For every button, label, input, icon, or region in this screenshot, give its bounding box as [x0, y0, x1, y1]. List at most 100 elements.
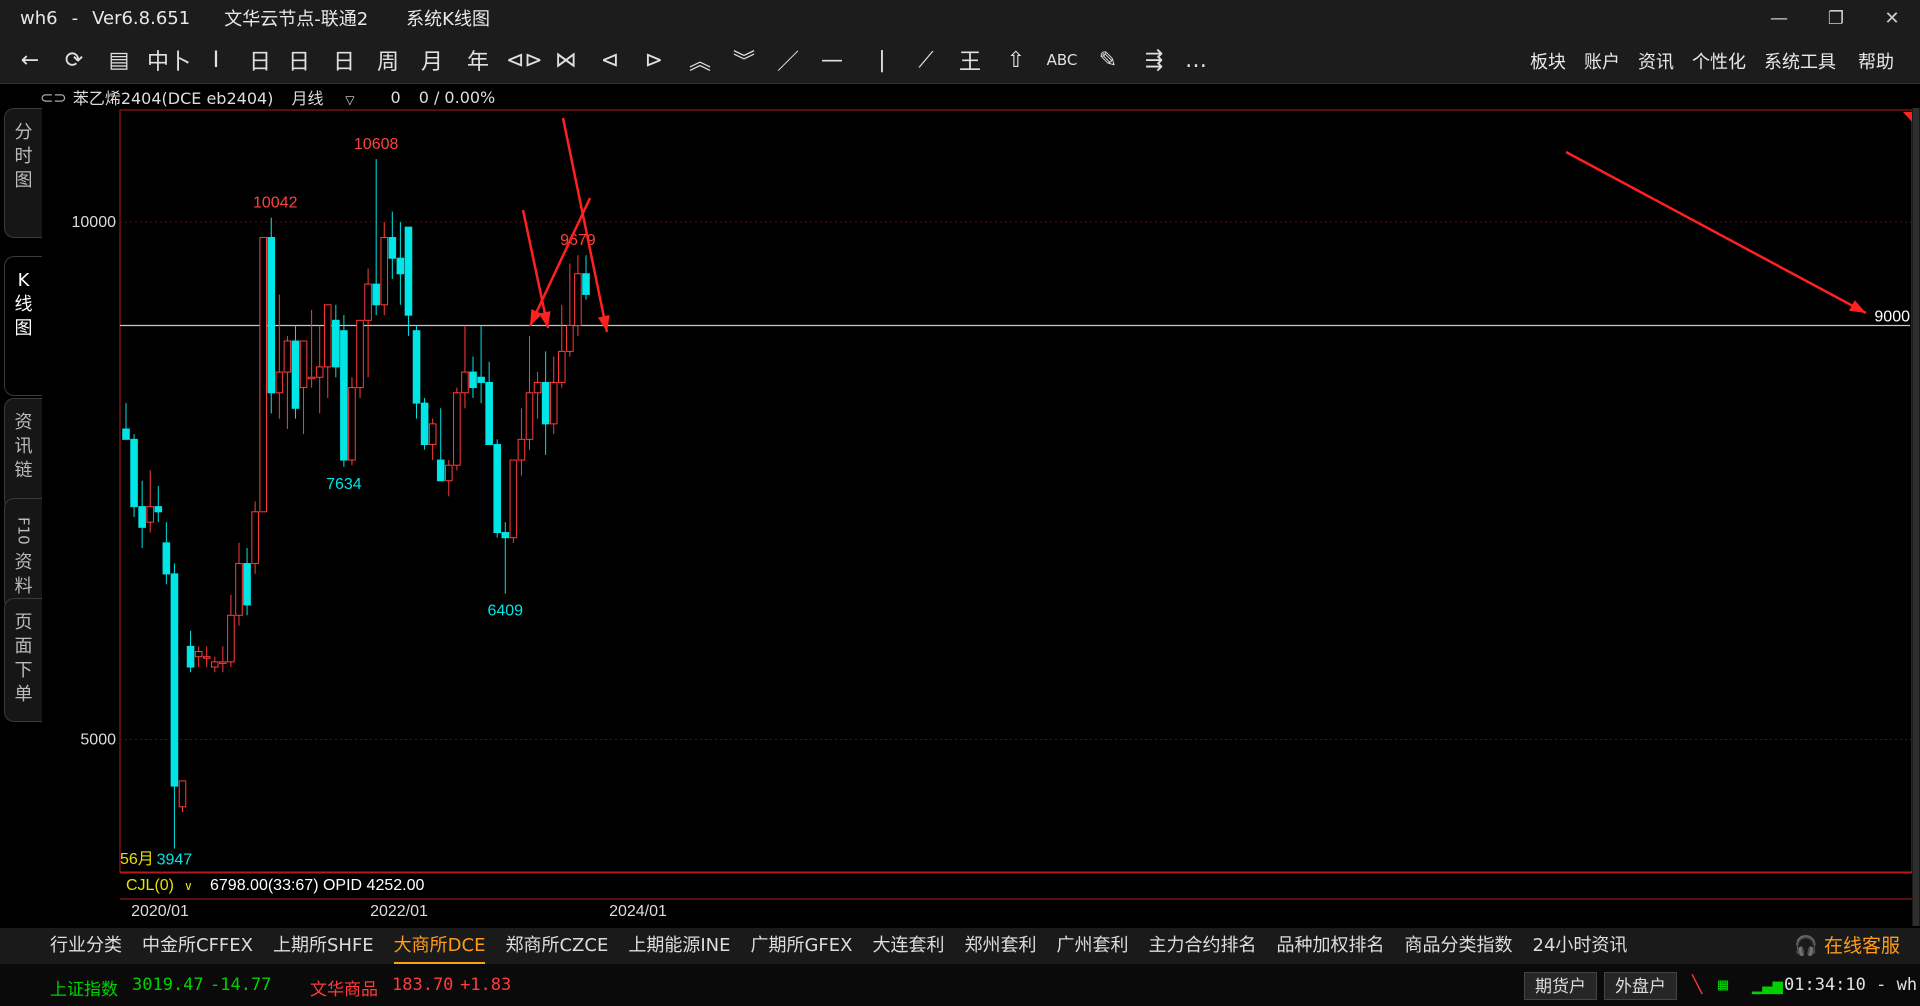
market-tab[interactable]: 主力合约排名	[1149, 928, 1257, 964]
app-version: Ver6.8.651	[92, 7, 191, 29]
scroll-left-icon[interactable]: ⊲	[594, 44, 626, 76]
candle-body	[566, 325, 574, 352]
back-icon[interactable]: ←	[14, 44, 46, 76]
market-tab[interactable]: 广州套利	[1057, 928, 1129, 964]
chart-frame	[119, 109, 1913, 873]
restore-icon[interactable]: ❐	[1812, 0, 1860, 36]
market-tab[interactable]: 24小时资讯	[1533, 928, 1628, 964]
market-tab[interactable]: 商品分类指数	[1405, 928, 1513, 964]
contract-name[interactable]: 苯乙烯2404(DCE eb2404)	[73, 85, 274, 109]
subpanel-chevron-icon[interactable]: ∨	[184, 879, 193, 893]
text-tool-icon[interactable]: ABC	[1046, 44, 1078, 76]
ray-icon[interactable]: ⟋	[910, 44, 942, 76]
market-tab[interactable]: 上期能源INE	[628, 928, 730, 964]
market-tab[interactable]: 上期所SHFE	[273, 928, 374, 964]
online-service-button[interactable]: 🎧 在线客服	[1794, 928, 1900, 964]
eraser-icon[interactable]: ✎	[1092, 44, 1124, 76]
price-annotation: 3947	[157, 851, 193, 868]
year-icon[interactable]: 年	[462, 44, 494, 76]
close-icon[interactable]: ✕	[1868, 0, 1916, 36]
candle-body	[323, 304, 332, 368]
candle-body	[227, 614, 235, 663]
market-tab[interactable]: 中金所CFFEX	[142, 928, 253, 964]
month-icon[interactable]: 月	[416, 44, 448, 76]
market-tab[interactable]: 行业分类	[50, 928, 122, 964]
futures-account-button[interactable]: 期货户	[1524, 972, 1597, 1000]
candle-body	[493, 444, 502, 533]
market-tab[interactable]: 郑州套利	[965, 928, 1037, 964]
online-service-label: 在线客服	[1823, 935, 1900, 957]
x-tick-label: 2022/01	[370, 903, 428, 920]
line-icon[interactable]: I	[200, 44, 232, 76]
index2-change: +1.83	[460, 975, 512, 995]
candle-body	[340, 330, 348, 461]
zoom-out-icon[interactable]: ⋈	[550, 44, 582, 76]
candle-body	[436, 459, 445, 482]
diagonal-line-icon[interactable]: ／	[772, 44, 804, 76]
market-tab[interactable]: 郑商所CZCE	[505, 928, 608, 964]
period-select[interactable]: 月线 ▽	[291, 85, 372, 109]
candle-body	[525, 392, 534, 440]
x-tick-label: 2020/01	[131, 903, 189, 920]
week-icon[interactable]: 周	[372, 44, 404, 76]
candle-body	[138, 506, 146, 528]
minimize-icon[interactable]: —	[1755, 0, 1803, 36]
arrow-drawing-4-shaft[interactable]	[1565, 150, 1867, 315]
market-tab[interactable]: 广期所GFEX	[750, 928, 852, 964]
foreign-account-button[interactable]: 外盘户	[1604, 972, 1677, 1000]
price-change: 0 / 0.00%	[418, 87, 496, 107]
menu-news[interactable]: 资讯	[1638, 48, 1674, 74]
menu-personalize[interactable]: 个性化	[1692, 48, 1746, 74]
scrollbar-thumb[interactable]	[1913, 108, 1919, 926]
subpanel-name[interactable]: CJL(0)	[126, 877, 174, 894]
menu-help[interactable]: 帮助	[1858, 48, 1894, 74]
vertical-line-icon[interactable]: |	[866, 44, 898, 76]
candle-body	[130, 438, 138, 508]
arrow-drawing-3-head	[597, 315, 610, 332]
toolbar: ← ⟳ ▤ 中卜 I 日日日周月年 ⊲⊳ ⋈ ⊲ ⊳ ︽ ︾ ／ — | ⟋ 王 ⇧ ABC ✎ ⇶… 板块 账户 资讯 个性化…	[0, 36, 1920, 84]
settings-tool-icon[interactable]: ⇶	[1138, 44, 1170, 76]
candle-body	[170, 573, 179, 787]
daybar-icon[interactable]: 日	[283, 44, 315, 76]
horizontal-line-icon[interactable]: —	[816, 44, 848, 76]
app-name: wh6	[20, 7, 58, 29]
refresh-icon[interactable]: ⟳	[58, 44, 90, 76]
candle-body	[332, 319, 340, 368]
zoom-in-icon[interactable]: ⊲⊳	[506, 44, 543, 76]
list-icon[interactable]: ▤	[103, 44, 135, 76]
candle-body	[582, 273, 590, 295]
scroll-right-icon[interactable]: ⊳	[638, 44, 670, 76]
market-tab[interactable]: 大连套利	[873, 928, 945, 964]
period-label: 月线	[291, 89, 324, 108]
candle-body	[372, 283, 380, 306]
kline-chart[interactable]: 1000050009000100421060876349679640939475…	[0, 108, 1920, 926]
candle-body	[267, 237, 276, 394]
candle-body	[178, 780, 187, 808]
market-tabs: 行业分类 中金所CFFEX 上期所SHFE 大商所DCE 郑商所CZCE 上期能源INE 广…	[0, 928, 1920, 964]
tick-chart-icon[interactable]: 中卜	[147, 44, 191, 76]
contract-info-bar: ⊂⊃ 苯乙烯2404(DCE eb2404) 月线 ▽ 0 0 / 0.00%	[40, 84, 1920, 110]
more-icon[interactable]: …	[1180, 44, 1212, 76]
candle-body	[517, 438, 526, 461]
menu-system-tools[interactable]: 系统工具	[1764, 48, 1836, 74]
fib-icon[interactable]: 王	[954, 44, 986, 76]
keyboard-icon[interactable]: ▦	[1718, 975, 1728, 995]
arrow-drawing-1-shaft[interactable]	[521, 209, 550, 329]
menu-account[interactable]: 账户	[1584, 48, 1620, 74]
link-icon[interactable]: ⊂⊃	[40, 88, 67, 107]
price-annotation: 7634	[326, 476, 362, 493]
candle-body	[291, 340, 300, 409]
arrow-up-icon[interactable]: ⇧	[1000, 44, 1032, 76]
candle-body	[412, 330, 421, 404]
date-icon[interactable]: 日	[328, 44, 360, 76]
index1-value: 3019.47	[132, 975, 204, 995]
market-tab[interactable]: 大商所DCE	[393, 928, 486, 964]
last-price: 0	[390, 87, 401, 107]
menu-sector[interactable]: 板块	[1530, 48, 1566, 74]
collapse-up-icon[interactable]: ︽	[684, 44, 716, 76]
candle-body	[574, 273, 582, 326]
clock-time: 01:34:10 - wh	[1784, 975, 1918, 995]
market-tab[interactable]: 品种加权排名	[1277, 928, 1385, 964]
collapse-down-icon[interactable]: ︾	[728, 44, 760, 76]
day-icon[interactable]: 日	[244, 44, 276, 76]
